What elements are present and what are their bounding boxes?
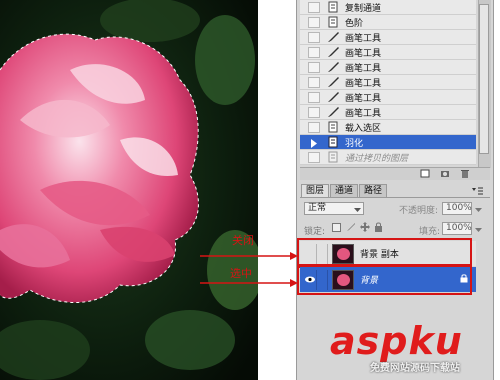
tab-paths[interactable]: 路径 [359, 184, 388, 197]
fill-input[interactable]: 100% [442, 222, 472, 235]
watermark-logo: aspku [330, 319, 463, 363]
blend-mode-value: 正常 [308, 203, 327, 213]
history-checkbox[interactable] [308, 76, 320, 88]
history-checkbox[interactable] [308, 151, 320, 163]
history-checkbox[interactable] [308, 31, 320, 43]
history-item-label: 色阶 [345, 18, 364, 29]
opacity-value: 100% [446, 203, 472, 213]
peony-image [0, 0, 258, 380]
fill-value: 100% [446, 223, 472, 233]
history-item-label: 通过拷贝的图层 [345, 153, 409, 164]
chevron-down-icon [354, 206, 361, 216]
fill-chevron-icon[interactable] [475, 226, 482, 236]
history-item[interactable]: 复制通道 [300, 0, 476, 15]
new-document-icon[interactable] [420, 169, 430, 178]
highlight-box-background-layer [297, 264, 472, 295]
history-checkbox[interactable] [308, 91, 320, 103]
history-item-label: 画笔工具 [345, 93, 382, 104]
history-item-label: 载入选区 [345, 123, 382, 134]
snapshot-icon [326, 121, 340, 134]
history-item-label: 画笔工具 [345, 33, 382, 44]
lock-all-icon[interactable] [374, 222, 383, 235]
canvas-photo[interactable] [0, 0, 258, 380]
panel-menu-icon[interactable] [470, 186, 484, 195]
history-item[interactable]: 画笔工具 [300, 45, 476, 60]
history-state-arrow-icon[interactable] [308, 136, 320, 148]
history-item-label: 复制通道 [345, 3, 382, 14]
history-item[interactable]: 画笔工具 [300, 30, 476, 45]
history-item-selected[interactable]: 羽化 [300, 135, 476, 150]
snapshot-icon [326, 136, 340, 149]
snapshot-icon [326, 16, 340, 29]
lock-label: 锁定: [304, 227, 326, 237]
opacity-input[interactable]: 100% [442, 202, 472, 215]
history-item[interactable]: 画笔工具 [300, 90, 476, 105]
lock-transparency-icon[interactable] [332, 223, 341, 232]
trash-icon[interactable] [460, 169, 470, 178]
history-checkbox[interactable] [308, 16, 320, 28]
lock-image-brush-icon[interactable] [346, 222, 356, 235]
brush-icon [326, 76, 340, 89]
snapshot-icon [326, 1, 340, 14]
tab-divider [300, 197, 490, 198]
history-item[interactable]: 载入选区 [300, 120, 476, 135]
tab-layers-label: 图层 [306, 186, 325, 196]
history-item-label: 画笔工具 [345, 48, 382, 59]
tab-channels[interactable]: 通道 [330, 184, 359, 197]
annotation-close: 关闭 [232, 234, 254, 247]
history-scrollbar-thumb[interactable] [479, 4, 489, 154]
brush-icon [326, 31, 340, 44]
brush-icon [326, 106, 340, 119]
history-item[interactable]: 画笔工具 [300, 75, 476, 90]
history-item[interactable]: 画笔工具 [300, 60, 476, 75]
watermark-subtitle: 免费网站源码下载站 [370, 363, 460, 374]
brush-icon [326, 91, 340, 104]
snapshot-icon [326, 151, 340, 164]
tab-paths-label: 路径 [364, 186, 383, 196]
snapshot-camera-icon[interactable] [440, 169, 450, 178]
history-item-label: 画笔工具 [345, 78, 382, 89]
history-item-label: 画笔工具 [345, 63, 382, 74]
lock-position-move-icon[interactable] [360, 222, 370, 235]
arrow-to-copy-layer [200, 252, 298, 263]
history-item[interactable]: 画笔工具 [300, 105, 476, 120]
history-item[interactable]: 通过拷贝的图层 [300, 150, 476, 165]
history-item-label: 画笔工具 [345, 108, 382, 119]
brush-icon [326, 61, 340, 74]
tab-layers[interactable]: 图层 [301, 184, 330, 197]
history-item-label: 羽化 [345, 138, 364, 149]
fill-label: 填充: [419, 227, 441, 237]
opacity-label: 不透明度: [399, 206, 439, 216]
brush-icon [326, 46, 340, 59]
history-checkbox[interactable] [308, 1, 320, 13]
history-checkbox[interactable] [308, 121, 320, 133]
arrow-to-background-layer [200, 279, 298, 290]
history-item[interactable]: 色阶 [300, 15, 476, 30]
opacity-chevron-icon[interactable] [475, 206, 482, 216]
history-checkbox[interactable] [308, 61, 320, 73]
history-checkbox[interactable] [308, 106, 320, 118]
tab-channels-label: 通道 [335, 186, 354, 196]
history-checkbox[interactable] [308, 46, 320, 58]
